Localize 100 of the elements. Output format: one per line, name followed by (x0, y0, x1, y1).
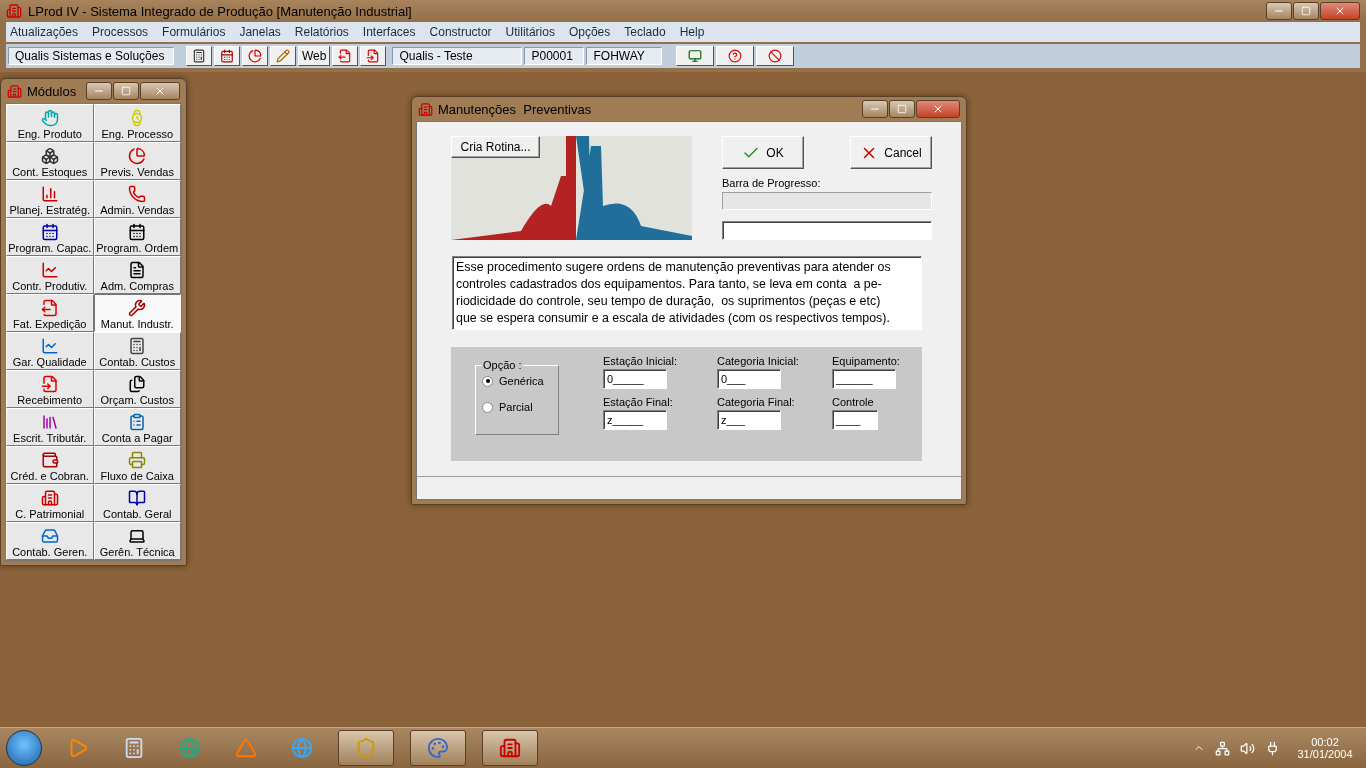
menu-item[interactable]: Atualizações (10, 25, 79, 39)
start-button[interactable] (6, 730, 42, 766)
tray-icon (40, 527, 59, 545)
module-button[interactable]: Planej. Estratég. (6, 180, 94, 218)
module-button[interactable]: Orçam. Custos (93, 370, 181, 408)
info-field: FOHWAY (586, 47, 663, 65)
network-icon (1215, 740, 1230, 756)
maximize-button[interactable] (889, 100, 915, 118)
module-button[interactable]: Adm. Compras (93, 256, 181, 294)
chart-button[interactable] (242, 46, 268, 66)
cancel-button[interactable]: Cancel (850, 136, 932, 169)
module-button[interactable]: C. Patrimonial (6, 484, 94, 522)
module-button[interactable]: Gar. Qualidade (6, 332, 94, 370)
building-icon (499, 737, 521, 759)
module-button[interactable]: Contab. Geral (93, 484, 181, 522)
wallet-icon (40, 451, 59, 469)
radio-option[interactable]: Genérica (482, 375, 552, 387)
help-button[interactable] (716, 46, 755, 66)
module-button[interactable]: Eng. Processo (93, 104, 181, 142)
menu-item[interactable]: Janelas (239, 25, 281, 39)
import-button[interactable] (360, 46, 387, 66)
input-field[interactable]: 0___ (717, 369, 781, 389)
menu-item[interactable]: Interfaces (362, 25, 416, 39)
input-field[interactable]: ______ (832, 369, 896, 389)
minimize-button[interactable] (86, 82, 112, 100)
window-icon (7, 83, 22, 99)
module-button[interactable]: Recebimento (6, 370, 94, 408)
description-text: Esse procedimento sugere ordens de manutenção preventivas para atender os controles cadastrados dos equipamentos. Para tanto, se leva em conta a pe- riodicidade do controle, seu tempo de duração, os suprimentos (peças e etc) que se espera consumir e a escala de atividades (com os respectivos tempos). (452, 256, 922, 330)
calendar-button[interactable] (214, 46, 240, 66)
close-button[interactable] (916, 100, 960, 118)
maximize-button[interactable] (1293, 2, 1319, 20)
globe-icon (179, 737, 201, 759)
calculator-button[interactable] (186, 46, 212, 66)
boxes-icon (40, 147, 59, 165)
module-button[interactable]: Fluxo de Caixa (93, 446, 181, 484)
menu-item[interactable]: Utilitários (505, 25, 555, 39)
module-button[interactable]: Program. Ordem (93, 218, 181, 256)
menu-item[interactable]: Teclado (624, 25, 666, 39)
window-title: Módulos (27, 83, 77, 99)
module-button[interactable]: Conta a Pagar (93, 408, 181, 446)
web-button[interactable]: Web (298, 46, 331, 66)
taskbar-app[interactable] (338, 730, 394, 766)
menu-item[interactable]: Formulários (162, 25, 226, 39)
module-button[interactable]: Program. Capac. (6, 218, 94, 256)
pencil-button[interactable] (270, 46, 296, 66)
input-field[interactable]: ____ (832, 410, 878, 430)
maximize-icon (897, 104, 907, 114)
info-field: Qualis - Teste (392, 47, 523, 65)
radio-icon[interactable] (482, 375, 493, 387)
menu-item[interactable]: Constructor (429, 25, 492, 39)
maximize-icon (121, 86, 131, 96)
line-chart-icon (40, 261, 59, 279)
taskbar-app[interactable] (410, 730, 466, 766)
shield-icon (355, 737, 377, 759)
field-label: Controle (832, 396, 875, 408)
module-button[interactable]: Previs. Vendas (93, 142, 181, 180)
radio-option[interactable]: Parcial (482, 401, 552, 413)
bar-chart-icon (40, 185, 59, 203)
menu-item[interactable]: Help (679, 25, 705, 39)
help-icon (728, 49, 743, 63)
module-button[interactable]: Escrit. Tributár. (6, 408, 94, 446)
minimize-button[interactable] (1266, 2, 1292, 20)
input-field[interactable]: 0_____ (603, 369, 667, 389)
module-button[interactable]: Eng. Produto (6, 104, 94, 142)
calculator-icon (192, 49, 206, 63)
company-field: Qualis Sistemas e Soluções (8, 47, 174, 65)
module-button[interactable]: Fat. Expedição (6, 294, 94, 332)
progress-label: Barra de Progresso: (722, 177, 822, 189)
ok-button[interactable]: OK (722, 136, 804, 169)
module-button[interactable]: Contab. Custos (93, 332, 181, 370)
module-button[interactable]: Gerên. Técnica (93, 522, 181, 560)
calculator-icon (128, 337, 147, 355)
monitor-button[interactable] (676, 46, 715, 66)
radio-icon[interactable] (482, 401, 493, 413)
hand-icon (40, 109, 59, 127)
calendar-icon (220, 49, 234, 63)
taskbar-app[interactable] (482, 730, 538, 766)
close-button[interactable] (140, 82, 180, 100)
export-button[interactable] (332, 46, 359, 66)
input-field[interactable]: z___ (717, 410, 781, 430)
minimize-button[interactable] (862, 100, 888, 118)
create-routine-button[interactable]: Cria Rotina... (451, 136, 540, 158)
module-button[interactable]: Créd. e Cobran. (6, 446, 94, 484)
menu-item[interactable]: Relatórios (294, 25, 349, 39)
module-button[interactable]: Contr. Produtiv. (6, 256, 94, 294)
menu-item[interactable]: Processos (92, 25, 149, 39)
input-field[interactable] (722, 220, 932, 240)
computer-icon (128, 527, 147, 545)
module-button[interactable]: Admin. Vendas (93, 180, 181, 218)
module-button[interactable]: Contab. Geren. (6, 522, 94, 560)
maximize-button[interactable] (113, 82, 139, 100)
close-icon (932, 103, 944, 115)
module-button[interactable]: Cont. Estoques (6, 142, 94, 180)
module-button[interactable]: Manut. Industr. (93, 294, 181, 332)
line-chart-icon (40, 337, 59, 355)
input-field[interactable]: z_____ (603, 410, 667, 430)
power-icon (1265, 740, 1280, 756)
close-button[interactable] (1320, 2, 1360, 20)
exit-button[interactable] (756, 46, 795, 66)
menu-item[interactable]: Opções (568, 25, 611, 39)
